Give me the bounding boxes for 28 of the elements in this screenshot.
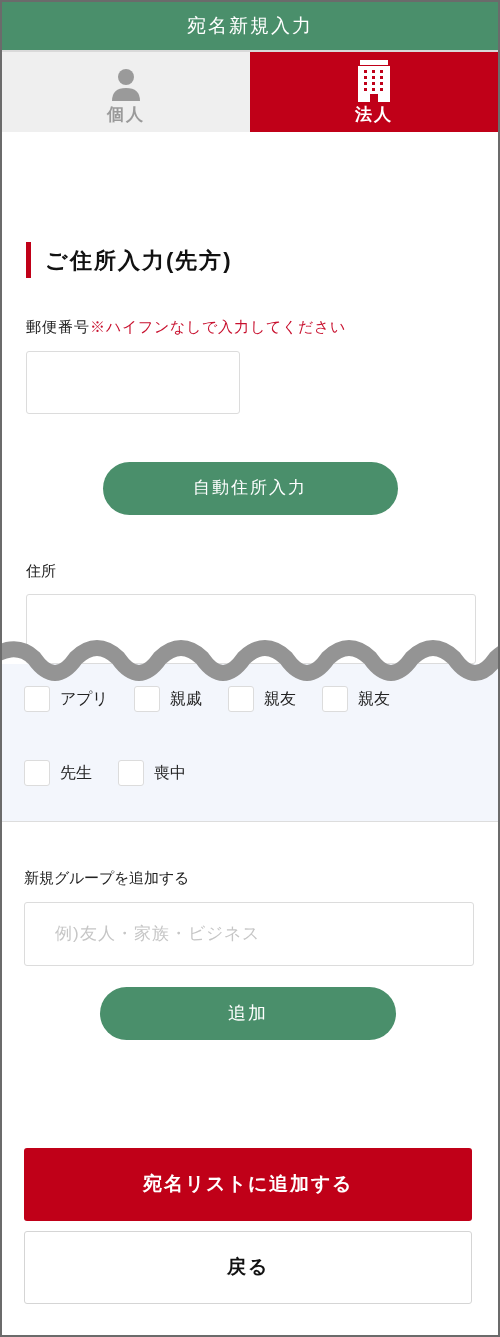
- checkbox-label: 親戚: [170, 689, 202, 709]
- checkbox[interactable]: [322, 686, 348, 712]
- back-button[interactable]: 戻る: [24, 1230, 472, 1304]
- field-label: 住所: [26, 560, 56, 581]
- tab[interactable]: 法人: [250, 52, 498, 132]
- auto-address-button[interactable]: 自動住所入力: [102, 461, 398, 515]
- field-label: 新規グループを追加する: [24, 868, 189, 888]
- header-title: 宛名新規入力: [187, 13, 313, 38]
- checkbox[interactable]: [118, 760, 144, 786]
- checkbox[interactable]: [24, 686, 50, 712]
- checkbox-label: 先生: [60, 763, 92, 783]
- checkbox[interactable]: [24, 760, 50, 786]
- checkbox[interactable]: [134, 686, 160, 712]
- postal-code-field[interactable]: [26, 350, 240, 414]
- checkbox-label: 喪中: [154, 763, 186, 783]
- field-label: 郵便番号: [26, 317, 90, 337]
- group-name-field[interactable]: 例)友人・家族・ビジネス: [24, 901, 474, 966]
- person-icon: [111, 68, 141, 102]
- checkbox[interactable]: [228, 686, 254, 712]
- section-heading: ご住所入力(先方): [45, 246, 233, 275]
- add-to-list-button[interactable]: 宛名リストに追加する: [24, 1147, 472, 1221]
- checkbox-label: アプリ: [60, 689, 108, 709]
- field-note: ※ハイフンなしで入力してください: [90, 317, 346, 337]
- building-icon: [357, 60, 391, 102]
- add-group-button[interactable]: 追加: [100, 986, 396, 1040]
- checkbox-label: 親友: [264, 689, 296, 709]
- heading-bar: [26, 242, 31, 278]
- checkbox-label: 親友: [358, 689, 390, 709]
